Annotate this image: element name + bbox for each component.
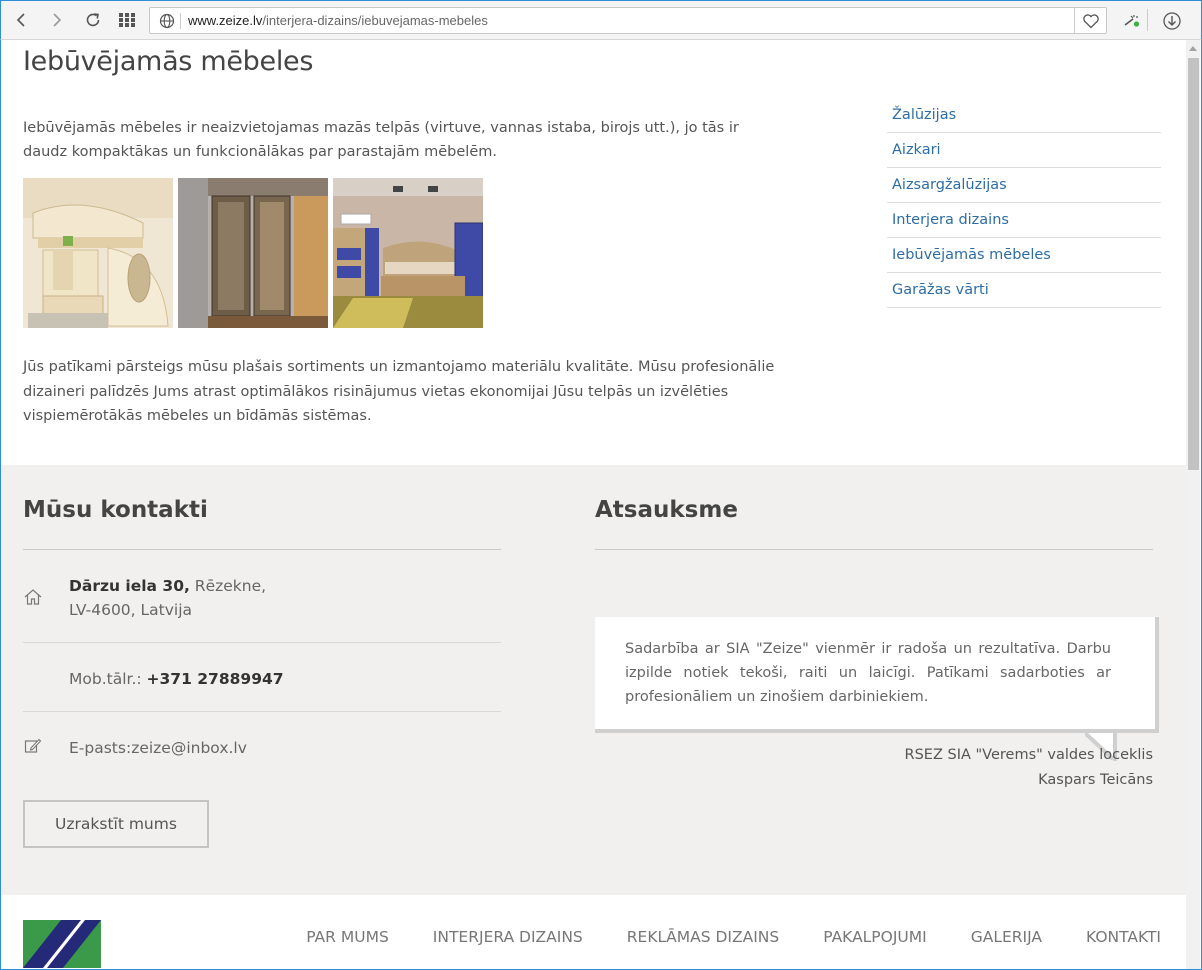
email-label: E-pasts:	[69, 739, 132, 757]
side-menu-item-zaluzijas[interactable]: Žalūzijas	[887, 98, 1161, 133]
testimonial-divider	[595, 549, 1153, 550]
body-text: Jūs patīkami pārsteigs mūsu plašais sort…	[23, 359, 775, 424]
globe-icon	[158, 12, 176, 30]
side-menu-item-aizsargzaluzijas[interactable]: Aizsargžalūzijas	[887, 168, 1161, 203]
contact-postal: LV-4600, Latvija	[69, 601, 193, 619]
footer-nav-reklamas-dizains[interactable]: REKLĀMAS DIZAINS	[627, 928, 779, 946]
footer-nav-galerija[interactable]: GALERIJA	[971, 928, 1042, 946]
contact-address: Dārzu iela 30, Rēzekne,	[69, 574, 266, 598]
contact-city: Rēzekne,	[189, 577, 267, 595]
author-role: RSEZ SIA "Verems" valdes loceklis	[904, 747, 1153, 763]
contact-street: Dārzu iela 30,	[69, 577, 190, 595]
contacts-title: Mūsu kontakti	[23, 497, 208, 523]
contacts-divider	[23, 549, 501, 550]
image-gallery	[23, 178, 483, 328]
phone-label: Mob.tālr.:	[69, 670, 147, 688]
back-icon[interactable]	[9, 8, 33, 32]
gallery-image-loft-bed[interactable]	[23, 178, 173, 328]
url-text[interactable]: www.zeize.lv/interjera-dizains/iebuvejam…	[188, 13, 488, 28]
footer: PAR MUMS INTERJERA DIZAINS REKLĀMAS DIZA…	[1, 895, 1187, 969]
forward-icon[interactable]	[45, 8, 69, 32]
footer-nav: PAR MUMS INTERJERA DIZAINS REKLĀMAS DIZA…	[262, 928, 1161, 946]
intro-text: Iebūvējamās mēbeles ir neaizvietojamas m…	[23, 120, 739, 160]
contacts-row-divider	[23, 711, 501, 712]
phone-number[interactable]: +371 27889947	[147, 670, 284, 688]
vertical-scrollbar[interactable]	[1186, 40, 1200, 969]
footer-nav-pakalpojumi[interactable]: PAKALPOJUMI	[823, 928, 927, 946]
scroll-up-icon[interactable]	[1186, 40, 1200, 56]
url-domain: www.zeize.lv	[188, 13, 263, 28]
side-menu: Žalūzijas Aizkari Aizsargžalūzijas Inter…	[887, 98, 1161, 308]
footer-nav-par-mums[interactable]: PAR MUMS	[306, 928, 389, 946]
reload-icon[interactable]	[81, 8, 105, 32]
write-us-button[interactable]: Uzrakstīt mums	[23, 800, 209, 848]
contacts-band: Mūsu kontakti Dārzu iela 30, Rēzekne, LV…	[1, 465, 1187, 895]
url-path: /interjera-dizains/iebuvejamas-mebeles	[262, 13, 488, 28]
page-viewport: Iebūvējamās mēbeles Iebūvējamās mēbeles …	[0, 40, 1202, 970]
testimonial-title: Atsauksme	[595, 497, 738, 523]
testimonial-author: RSEZ SIA "Verems" valdes loceklis Kaspar…	[905, 743, 1153, 793]
address-bar[interactable]: www.zeize.lv/interjera-dizains/iebuvejam…	[149, 7, 1107, 34]
gallery-image-wardrobe[interactable]	[178, 178, 328, 328]
side-menu-item-aizkari[interactable]: Aizkari	[887, 133, 1161, 168]
zeize-logo[interactable]	[23, 920, 101, 968]
scrollbar-thumb[interactable]	[1188, 58, 1199, 470]
contact-phone: Mob.tālr.: +371 27889947	[69, 667, 284, 691]
side-menu-item-interjera-dizains[interactable]: Interjera dizains	[887, 203, 1161, 238]
speed-dial-icon[interactable]	[115, 8, 139, 32]
side-menu-item-garazas-varti[interactable]: Garāžas vārti	[887, 273, 1161, 308]
browser-toolbar: www.zeize.lv/interjera-dizains/iebuvejam…	[0, 0, 1202, 40]
home-icon	[23, 587, 43, 607]
wand-icon[interactable]	[1119, 8, 1145, 34]
contacts-row-divider	[23, 642, 501, 643]
page-title: Iebūvējamās mēbeles	[23, 46, 314, 77]
author-name: Kaspars Teicāns	[1038, 772, 1153, 788]
toolbar-divider	[1147, 9, 1148, 31]
contact-email: E-pasts:zeize@inbox.lv	[69, 736, 247, 760]
footer-nav-interjera-dizains[interactable]: INTERJERA DIZAINS	[433, 928, 583, 946]
download-icon[interactable]	[1159, 8, 1185, 34]
heart-icon[interactable]	[1074, 8, 1106, 33]
email-link[interactable]: zeize@inbox.lv	[131, 739, 247, 757]
gallery-image-kids-room[interactable]	[333, 178, 483, 328]
footer-nav-kontakti[interactable]: KONTAKTI	[1086, 928, 1161, 946]
edit-icon	[23, 736, 43, 756]
url-separator	[180, 13, 181, 29]
side-menu-item-iebuvejamas-mebeles[interactable]: Iebūvējamās mēbeles	[887, 238, 1161, 273]
testimonial-quote: Sadarbība ar SIA "Zeize" vienmēr ir rado…	[595, 617, 1159, 733]
